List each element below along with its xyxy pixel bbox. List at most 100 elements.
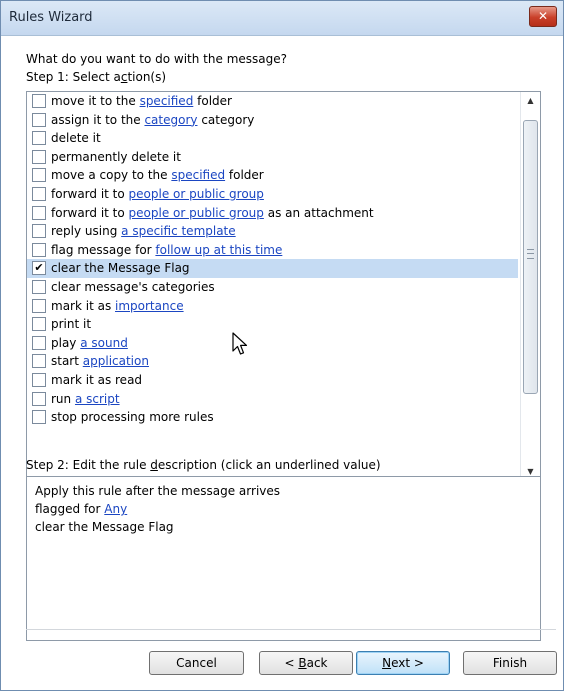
- action-text: delete it: [51, 131, 101, 146]
- action-link[interactable]: category: [144, 113, 197, 127]
- action-checkbox[interactable]: [32, 112, 46, 127]
- action-link[interactable]: importance: [115, 299, 184, 313]
- step2-label-access-key: d: [150, 458, 158, 472]
- next-button-access-key: N: [382, 656, 392, 670]
- action-checkbox[interactable]: [32, 242, 46, 257]
- close-button[interactable]: ✕: [529, 6, 557, 27]
- action-list: move it to the specified folder assign it…: [26, 91, 541, 482]
- action-text: forward it to: [51, 205, 129, 220]
- action-item[interactable]: forward it to people or public group: [27, 185, 518, 204]
- action-checkbox[interactable]: [32, 279, 46, 294]
- action-item[interactable]: run a script: [27, 390, 518, 409]
- action-item[interactable]: move a copy to the specified folder: [27, 166, 518, 185]
- scroll-up-arrow-icon[interactable]: ▲: [521, 92, 540, 110]
- action-item[interactable]: flag message for follow up at this time: [27, 241, 518, 260]
- action-text: play: [51, 335, 81, 350]
- action-checkbox[interactable]: [32, 94, 46, 108]
- action-text-suffix: folder: [225, 168, 264, 183]
- mouse-pointer-icon: [232, 332, 248, 355]
- step1-label-post: tion(s): [127, 70, 167, 84]
- action-item[interactable]: stop processing more rules: [27, 408, 518, 427]
- action-text: reply using: [51, 224, 122, 239]
- action-checkbox[interactable]: [32, 354, 46, 369]
- action-text: clear the Message Flag: [51, 261, 190, 276]
- action-link[interactable]: application: [83, 354, 149, 368]
- action-text: move a copy to the: [51, 168, 172, 183]
- action-text: print it: [51, 317, 92, 332]
- action-link[interactable]: people or public group: [129, 187, 264, 201]
- close-icon: ✕: [537, 9, 549, 23]
- step2-label: Step 2: Edit the rule description (click…: [26, 458, 381, 472]
- action-link[interactable]: specified: [140, 94, 194, 108]
- action-checkbox[interactable]: [32, 372, 46, 387]
- action-text: mark it as: [51, 298, 116, 313]
- back-button[interactable]: < Back: [259, 651, 353, 675]
- next-button[interactable]: Next >: [356, 651, 450, 675]
- action-checkbox[interactable]: [32, 186, 46, 201]
- action-item[interactable]: permanently delete it: [27, 148, 518, 167]
- action-text: mark it as read: [51, 372, 143, 387]
- step2-label-post: escription (click an underlined value): [157, 458, 381, 472]
- action-checkbox[interactable]: [32, 224, 46, 239]
- action-link[interactable]: a specific template: [121, 224, 236, 238]
- window-title: Rules Wizard: [9, 10, 93, 25]
- back-button-access-key: B: [298, 656, 307, 670]
- action-item[interactable]: clear message's categories: [27, 278, 518, 297]
- action-item[interactable]: ✔ clear the Message Flag: [27, 259, 518, 278]
- cancel-button[interactable]: Cancel: [149, 651, 244, 675]
- flag-value-link[interactable]: Any: [104, 502, 127, 516]
- action-text-suffix: folder: [193, 94, 232, 108]
- action-item[interactable]: assign it to the category category: [27, 111, 518, 130]
- scroll-grip-icon: [527, 249, 534, 259]
- action-checkbox[interactable]: [32, 335, 46, 350]
- next-button-label-post: ext >: [391, 656, 424, 670]
- description-line-3: clear the Message Flag: [35, 520, 174, 534]
- action-text-suffix: as an attachment: [263, 205, 374, 220]
- title-bar: Rules Wizard ✕: [1, 1, 563, 36]
- action-link[interactable]: a script: [75, 392, 120, 406]
- action-item[interactable]: reply using a specific template: [27, 222, 518, 241]
- rules-wizard-window: Rules Wizard ✕ What do you want to do wi…: [0, 0, 564, 691]
- action-text: clear message's categories: [51, 279, 215, 294]
- description-line-1: Apply this rule after the message arrive…: [35, 484, 281, 498]
- action-text: permanently delete it: [51, 149, 181, 164]
- action-text: move it to the: [51, 94, 140, 108]
- action-link[interactable]: follow up at this time: [155, 243, 282, 257]
- action-item[interactable]: move it to the specified folder: [27, 92, 518, 111]
- action-item[interactable]: forward it to people or public group as …: [27, 204, 518, 223]
- vertical-scrollbar[interactable]: ▲ ▼: [520, 92, 540, 481]
- action-text: forward it to: [51, 186, 129, 201]
- action-item[interactable]: delete it: [27, 129, 518, 148]
- action-checkbox[interactable]: [32, 317, 46, 332]
- action-item[interactable]: print it: [27, 315, 518, 334]
- action-text-suffix: category: [197, 112, 255, 127]
- step2-label-pre: Step 2: Edit the rule: [26, 458, 151, 472]
- back-button-label-pre: <: [284, 656, 299, 670]
- action-item[interactable]: play a sound: [27, 334, 518, 353]
- rule-description-box: Apply this rule after the message arrive…: [26, 476, 541, 641]
- action-link[interactable]: people or public group: [129, 206, 264, 220]
- step1-label-pre: Step 1: Select a: [26, 70, 121, 84]
- action-checkbox[interactable]: [32, 131, 46, 146]
- action-text: flag message for: [51, 242, 156, 257]
- action-item[interactable]: mark it as read: [27, 371, 518, 390]
- description-line-2: flagged for Any: [27, 500, 540, 518]
- scroll-thumb[interactable]: [523, 120, 538, 394]
- action-checkbox[interactable]: [32, 149, 46, 164]
- action-item[interactable]: mark it as importance: [27, 297, 518, 316]
- action-checkbox[interactable]: [32, 298, 46, 313]
- action-text: start: [51, 354, 83, 369]
- action-checkbox[interactable]: [32, 391, 46, 406]
- action-item[interactable]: start application: [27, 352, 518, 371]
- action-link[interactable]: specified: [171, 168, 225, 182]
- action-checkbox[interactable]: [32, 410, 46, 425]
- action-checkbox[interactable]: [32, 205, 46, 220]
- finish-button[interactable]: Finish: [463, 651, 557, 675]
- action-checkbox[interactable]: [32, 168, 46, 183]
- action-checkbox[interactable]: ✔: [32, 261, 46, 276]
- action-link[interactable]: a sound: [80, 336, 128, 350]
- step1-label: Step 1: Select action(s): [26, 70, 166, 84]
- description-line-2-text: flagged for: [35, 502, 105, 516]
- prompt-text: What do you want to do with the message?: [26, 52, 287, 66]
- cancel-button-label: Cancel: [176, 656, 217, 670]
